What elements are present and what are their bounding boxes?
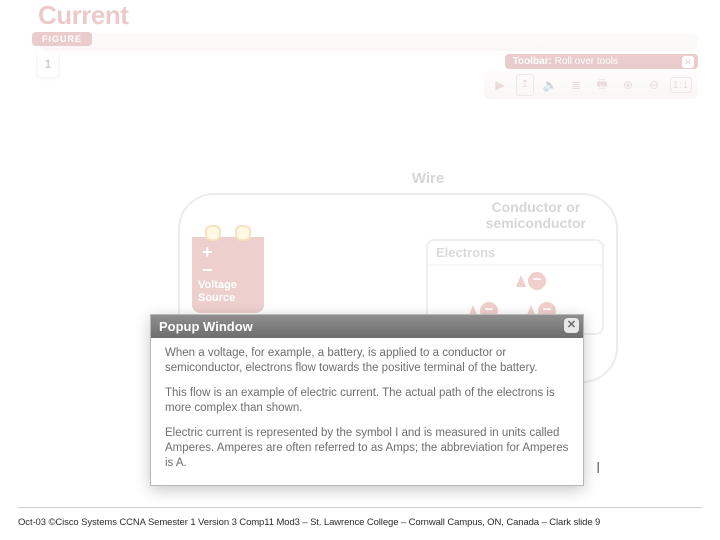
list-icon[interactable]: ≣ xyxy=(566,75,586,95)
actual-size-icon[interactable]: 1:1 xyxy=(670,77,692,93)
zoom-out-icon[interactable]: ⊖ xyxy=(644,75,664,95)
toolbar-label: Toolbar: Roll over tools ✕ xyxy=(505,54,698,69)
popup-window: Popup Window ✕ When a voltage, for examp… xyxy=(150,314,584,486)
electrons-header: Electrons xyxy=(428,241,602,266)
slide-title: Current xyxy=(38,0,698,31)
popup-paragraph-1: When a voltage, for example, a battery, … xyxy=(165,346,569,376)
battery: + − Voltage Source xyxy=(192,221,264,313)
popup-title: Popup Window xyxy=(159,319,253,334)
slide-footer: Oct-03 ©Cisco Systems CCNA Semester 1 Ve… xyxy=(18,517,702,528)
conductor-label: Conductor or semiconductor xyxy=(486,199,586,231)
text-cursor-icon: I xyxy=(596,460,606,478)
battery-terminal-pos-icon xyxy=(205,225,221,241)
upload-icon[interactable]: ↥ xyxy=(516,74,534,96)
figure-tab: FIGURE xyxy=(32,32,92,46)
toolbar-label-rest: Roll over tools xyxy=(552,56,618,67)
toolbar-label-bold: Toolbar: xyxy=(513,56,552,67)
play-icon[interactable]: ▶ xyxy=(490,75,510,95)
popup-paragraph-3: Electric current is represented by the s… xyxy=(165,426,569,471)
popup-title-bar: Popup Window ✕ xyxy=(151,315,583,338)
print-icon[interactable]: 🖶 xyxy=(592,75,612,95)
wire-title: Wire xyxy=(238,170,618,187)
figure-bar: FIGURE xyxy=(38,33,698,51)
footer-rule xyxy=(18,507,702,508)
zoom-in-icon[interactable]: ⊕ xyxy=(618,75,638,95)
battery-polarity: + − xyxy=(198,243,258,279)
close-icon[interactable]: ✕ xyxy=(564,318,579,333)
battery-label-l1: Voltage xyxy=(198,279,258,292)
battery-terminal-neg-icon xyxy=(235,225,251,241)
toolbar: ▶ ↥ 🔈 ≣ 🖶 ⊕ ⊖ 1:1 xyxy=(484,71,698,99)
figure-page-tab[interactable]: 1 xyxy=(36,54,60,78)
toolbar-close-icon[interactable]: ✕ xyxy=(682,56,694,68)
popup-body: When a voltage, for example, a battery, … xyxy=(151,338,583,485)
speaker-icon[interactable]: 🔈 xyxy=(540,75,560,95)
conductor-label-l2: semiconductor xyxy=(486,215,586,231)
conductor-label-l1: Conductor or xyxy=(491,199,580,215)
electron-icon: − xyxy=(528,272,546,290)
popup-paragraph-2: This flow is an example of electric curr… xyxy=(165,386,569,416)
arrow-up-icon xyxy=(516,275,526,287)
battery-label-l2: Source xyxy=(198,292,258,305)
